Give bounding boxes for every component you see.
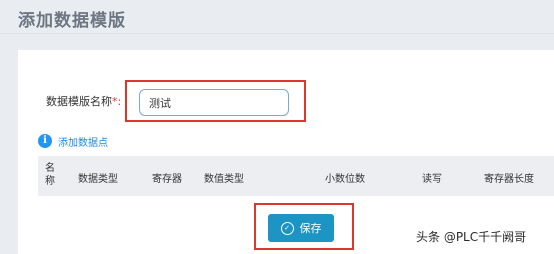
column-header-register: 寄存器	[152, 174, 182, 185]
template-name-label-text: 数据模版名称	[46, 95, 112, 108]
column-header-data-type: 数据类型	[78, 174, 118, 185]
required-mark: *:	[112, 95, 122, 108]
save-button-label: 保存	[299, 222, 322, 235]
info-icon: i	[38, 134, 52, 148]
column-header-decimals: 小数位数	[325, 174, 365, 185]
check-circle-icon: ✓	[280, 221, 294, 235]
watermark: 头条 @PLC千千阙哥	[416, 230, 527, 244]
title-divider	[0, 33, 554, 34]
column-header-value-type: 数值类型	[204, 174, 244, 185]
data-points-table-header: 名称 数据类型 寄存器 数值类型 小数位数 读写 寄存器长度	[38, 156, 554, 196]
page-title: 添加数据模版	[18, 11, 126, 31]
add-data-point-label: 添加数据点	[58, 137, 108, 149]
column-header-read-write: 读写	[422, 174, 442, 185]
template-name-label: 数据模版名称*:	[46, 93, 121, 109]
column-header-register-length: 寄存器长度	[484, 174, 534, 185]
add-data-point-link[interactable]: i 添加数据点	[38, 133, 108, 149]
column-header-name: 名称	[45, 163, 55, 187]
save-button[interactable]: ✓ 保存	[268, 214, 334, 242]
template-name-input[interactable]	[139, 89, 289, 116]
